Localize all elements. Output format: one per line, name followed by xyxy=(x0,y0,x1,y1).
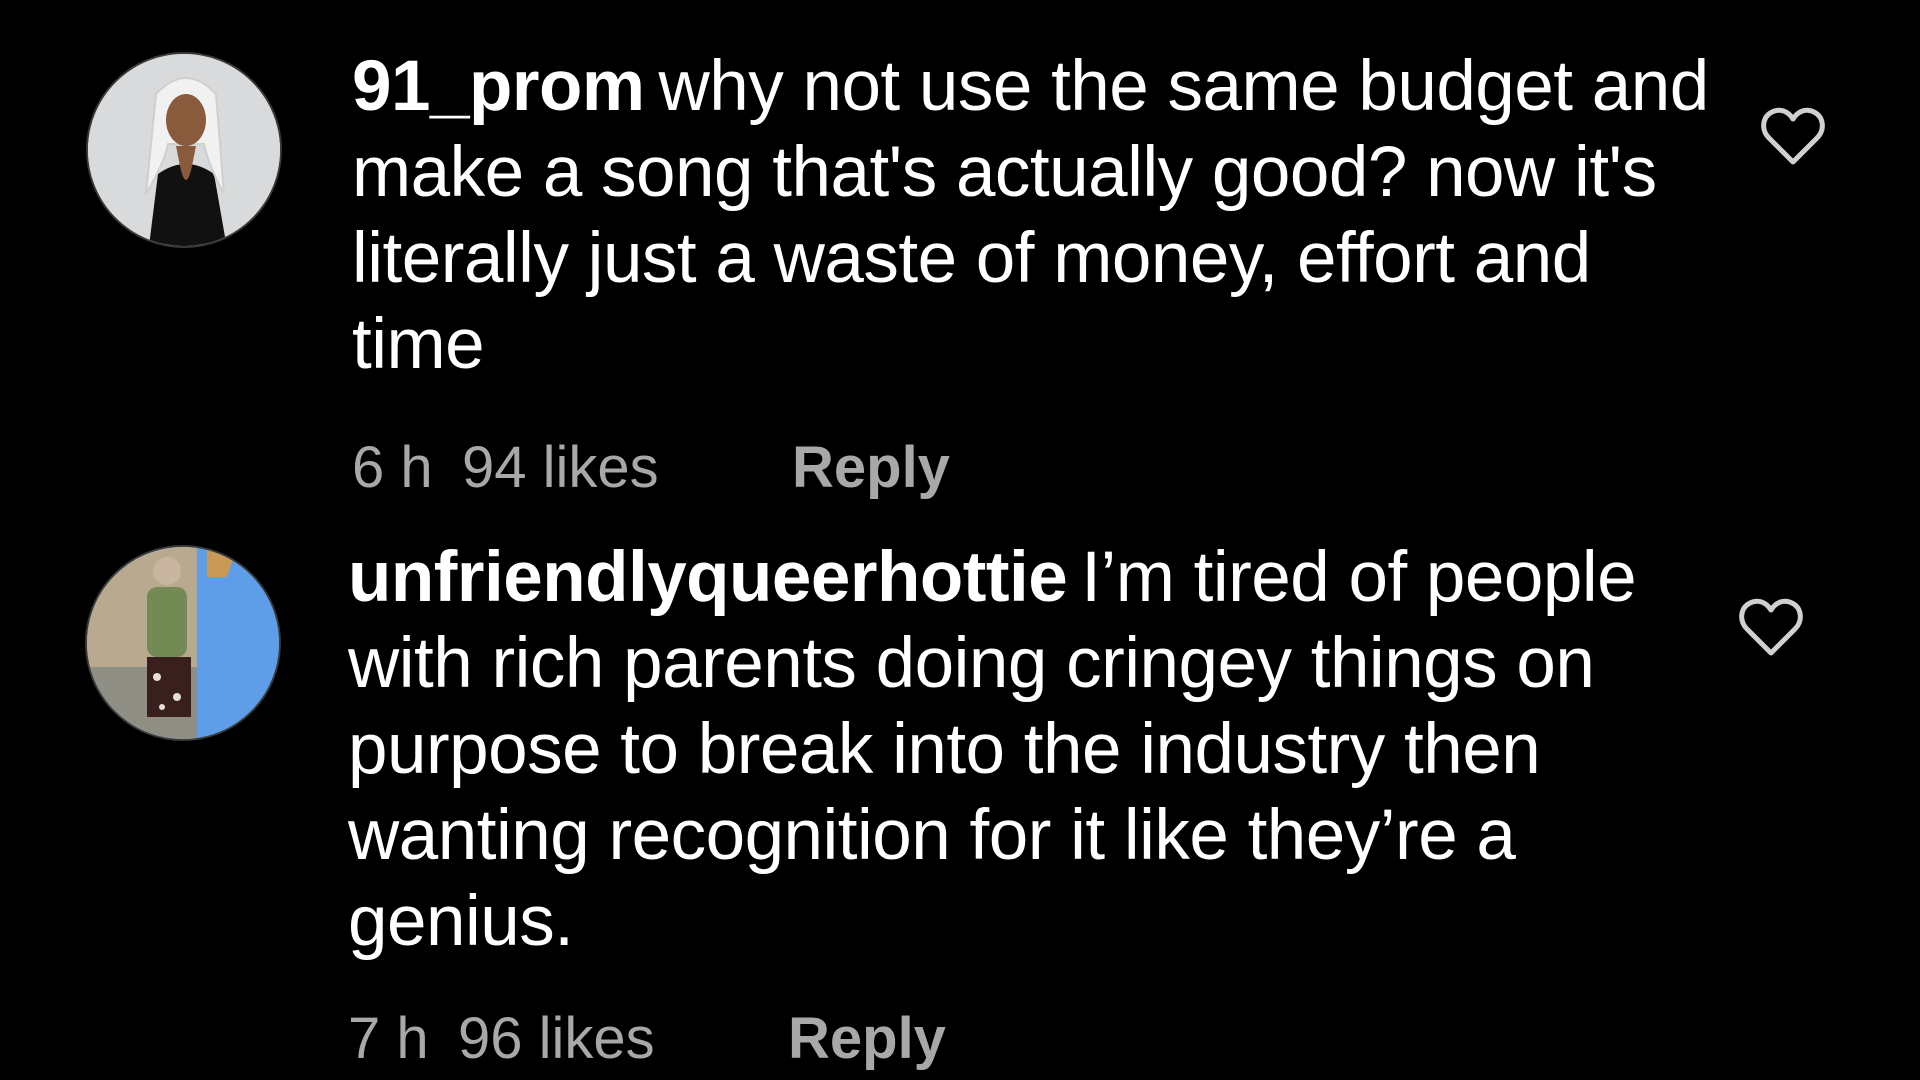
comment-body: unfriendlyqueerhottie I’m tired of people… xyxy=(348,535,1728,965)
user-avatar[interactable] xyxy=(85,545,281,741)
comment-item: 91_prom why not use the same budget and m… xyxy=(0,44,1920,504)
comment-likes[interactable]: 94 likes xyxy=(462,434,792,501)
avatar-photo-person-icon xyxy=(87,547,279,739)
comment-time: 7 h xyxy=(348,1006,429,1071)
avatar-illustrated-woman-icon xyxy=(88,54,280,246)
comment-likes[interactable]: 96 likes xyxy=(458,1005,788,1072)
comment-time: 6 h xyxy=(352,435,433,500)
comment-username[interactable]: unfriendlyqueerhottie xyxy=(348,538,1068,617)
comment-item: unfriendlyqueerhottie I’m tired of people… xyxy=(0,535,1920,1080)
comment-body: 91_prom why not use the same budget and m… xyxy=(352,44,1732,388)
heart-outline-icon[interactable] xyxy=(1759,106,1827,168)
user-avatar[interactable] xyxy=(86,52,282,248)
heart-outline-icon[interactable] xyxy=(1737,597,1805,659)
reply-button[interactable]: Reply xyxy=(788,1005,946,1072)
comment-meta: 6 h 94 likes Reply xyxy=(352,434,950,501)
reply-button[interactable]: Reply xyxy=(792,434,950,501)
comment-username[interactable]: 91_prom xyxy=(352,47,645,126)
comment-meta: 7 h 96 likes Reply xyxy=(348,1005,946,1072)
